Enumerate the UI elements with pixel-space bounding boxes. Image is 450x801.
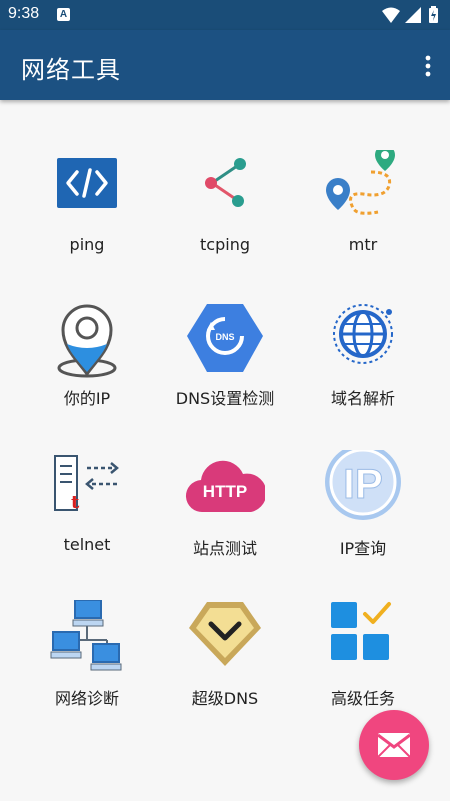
tool-label: 网络诊断 [54, 689, 119, 708]
tool-site-test[interactable]: HTTP 站点测试 [150, 410, 300, 560]
tool-label: tcping [200, 235, 250, 254]
telnet-transfer-icon: t [54, 455, 119, 513]
tool-label: 你的IP [63, 389, 111, 408]
tool-telnet[interactable]: t telnet [12, 410, 162, 560]
mail-icon [377, 733, 411, 758]
globe-icon [333, 304, 393, 364]
svg-text:t: t [71, 492, 80, 513]
feedback-fab-button[interactable] [359, 710, 429, 780]
tool-network-diagnosis[interactable]: 网络诊断 [12, 560, 162, 710]
notification-badge-icon: A [57, 8, 70, 21]
tool-label: mtr [348, 235, 378, 254]
chevron-badge-icon [189, 602, 261, 666]
location-pin-icon [57, 304, 117, 378]
tool-ping[interactable]: ping [12, 110, 162, 260]
svg-text:IP: IP [343, 460, 383, 507]
status-icons [382, 6, 438, 23]
app-title: 网络工具 [21, 56, 121, 84]
tool-mtr[interactable]: mtr [288, 110, 438, 260]
tool-tcping[interactable]: tcping [150, 110, 300, 260]
tool-ip-lookup[interactable]: IP IP查询 [288, 410, 438, 560]
dns-settings-icon: DNS [187, 304, 263, 372]
tool-label: 站点测试 [192, 539, 257, 558]
tool-dns-check[interactable]: DNS DNS设置检测 [150, 260, 300, 410]
wifi-icon [382, 7, 400, 23]
status-time: 9:38 [8, 5, 40, 22]
tool-label: 高级任务 [330, 689, 395, 708]
tool-your-ip[interactable]: 你的IP [12, 260, 162, 410]
tasks-check-icon [331, 602, 391, 660]
battery-icon [429, 6, 438, 23]
tool-label: telnet [63, 535, 111, 554]
tool-label: 超级DNS [191, 689, 259, 708]
tool-label: 域名解析 [330, 389, 395, 408]
tool-super-dns[interactable]: 超级DNS [150, 560, 300, 710]
more-options-icon[interactable] [420, 54, 436, 78]
http-cloud-icon: HTTP [186, 460, 265, 513]
code-icon [57, 158, 117, 208]
app-bar: 网络工具 [0, 30, 450, 100]
tool-label: DNS设置检测 [175, 389, 275, 408]
svg-text:HTTP: HTTP [203, 482, 247, 501]
network-computers-icon [50, 600, 122, 671]
route-map-icon [326, 150, 395, 215]
tool-domain-resolve[interactable]: 域名解析 [288, 260, 438, 410]
tools-grid: ping tcping mtr 你的IP DNS DNS设置检测 域名解析 t … [0, 100, 450, 801]
tool-label: ping [69, 235, 105, 254]
ip-badge-icon: IP [325, 450, 401, 520]
share-icon [205, 158, 246, 207]
tool-advanced-tasks[interactable]: 高级任务 [288, 560, 438, 710]
status-bar: 9:38 A [0, 0, 450, 30]
signal-icon [405, 7, 421, 23]
svg-text:DNS: DNS [215, 332, 234, 342]
tool-label: IP查询 [339, 539, 387, 558]
